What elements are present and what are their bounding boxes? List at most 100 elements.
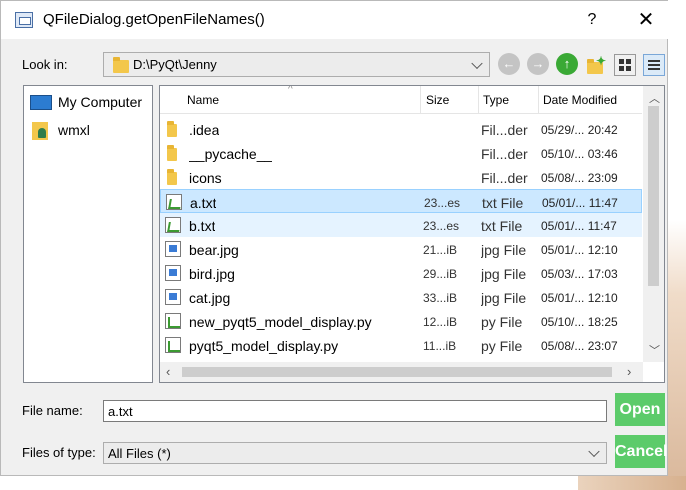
forward-arrow-icon[interactable]: → <box>527 53 549 75</box>
file-type-combo[interactable]: All Files (*) <box>103 442 607 464</box>
file-type-cell: jpg File <box>481 266 527 282</box>
window-title: QFileDialog.getOpenFileNames() <box>43 11 265 28</box>
look-in-label: Look in: <box>22 57 68 72</box>
file-type-cell: py File <box>481 338 523 354</box>
file-type-label: Files of type: <box>22 445 96 460</box>
folder-icon <box>167 121 177 137</box>
image-file-icon <box>165 289 181 305</box>
hscroll-thumb[interactable] <box>182 367 612 377</box>
new-folder-icon[interactable]: ✦ <box>585 54 607 76</box>
column-size[interactable]: Size <box>426 93 449 107</box>
py-file-icon <box>165 337 181 353</box>
help-button[interactable]: ? <box>577 7 607 33</box>
file-name-cell: .idea <box>189 122 220 138</box>
image-file-icon <box>165 241 181 257</box>
title-bar: QFileDialog.getOpenFileNames() ? ✕ <box>1 1 669 39</box>
image-file-icon <box>165 265 181 281</box>
file-row[interactable]: .idea Fil...der 05/29/... 20:42 <box>160 117 642 141</box>
file-rows: .idea Fil...der 05/29/... 20:42 __pycache__… <box>160 117 642 357</box>
look-in-path: D:\PyQt\Jenny <box>133 57 217 72</box>
app-icon <box>15 12 33 28</box>
sidebar-item-label: wmxl <box>58 122 90 138</box>
list-view-icon[interactable] <box>614 54 636 76</box>
scroll-left-icon[interactable]: ‹ <box>166 364 170 379</box>
column-name[interactable]: Name <box>187 93 219 107</box>
file-row[interactable]: bear.jpg 21...iB jpg File 05/01/... 12:10 <box>160 237 642 261</box>
chevron-down-icon <box>471 57 483 69</box>
file-size-cell: 33...iB <box>423 291 458 305</box>
sidebar-item-label: My Computer <box>58 94 143 110</box>
file-row[interactable]: icons Fil...der 05/08/... 23:09 <box>160 165 642 189</box>
look-in-combo[interactable]: D:\PyQt\Jenny <box>103 52 490 77</box>
file-type-cell: py File <box>481 314 523 330</box>
horizontal-scrollbar[interactable]: ‹ › <box>160 362 643 382</box>
up-arrow-icon[interactable]: ↑ <box>556 53 578 75</box>
cancel-button[interactable]: Cancel <box>615 435 667 468</box>
file-row[interactable]: pyqt5_model_display.py 11...iB py File 05/0… <box>160 333 642 357</box>
file-type-cell: Fil...der <box>481 146 528 162</box>
file-name-cell: pyqt5_model_display.py <box>189 338 339 354</box>
computer-icon <box>30 95 52 110</box>
file-name-cell: new_pyqt5_model_display.py <box>189 314 372 330</box>
folder-icon <box>167 169 177 185</box>
file-size-cell: 23...es <box>423 219 460 233</box>
folder-icon <box>113 57 129 73</box>
file-date-cell: 05/10/... 03:46 <box>541 147 618 161</box>
column-type[interactable]: Type <box>483 93 509 107</box>
scroll-up-icon[interactable]: ︿ <box>649 90 660 106</box>
file-name-cell: icons <box>189 170 222 186</box>
file-list-header: Name ^ Size Type Date Modified <box>160 86 642 114</box>
file-date-cell: 05/01/... 11:47 <box>542 196 618 210</box>
file-name-cell: bird.jpg <box>189 266 235 282</box>
file-date-cell: 05/29/... 20:42 <box>541 123 618 137</box>
file-date-cell: 05/01/... 11:47 <box>541 219 617 233</box>
file-size-cell: 12...iB <box>423 315 458 329</box>
file-date-cell: 05/03/... 17:03 <box>541 267 618 281</box>
sort-up-icon: ^ <box>288 85 293 95</box>
close-button[interactable]: ✕ <box>631 7 661 33</box>
file-row[interactable]: __pycache__ Fil...der 05/10/... 03:46 <box>160 141 642 165</box>
txt-file-icon <box>165 217 181 233</box>
folder-icon <box>167 145 177 161</box>
txt-file-icon <box>166 194 182 210</box>
scroll-down-icon[interactable]: ﹀ <box>649 342 660 358</box>
file-row[interactable]: new_pyqt5_model_display.py 12...iB py File… <box>160 309 642 333</box>
file-dialog-window: QFileDialog.getOpenFileNames() ? ✕ Look … <box>0 0 669 476</box>
background-photo <box>666 0 686 490</box>
file-date-cell: 05/01/... 12:10 <box>541 243 618 257</box>
file-date-cell: 05/08/... 23:09 <box>541 171 618 185</box>
file-name-input[interactable]: a.txt <box>103 400 607 422</box>
sidebar-panel: My Computer wmxl <box>23 85 153 383</box>
file-type-value: All Files (*) <box>108 446 171 461</box>
scroll-thumb[interactable] <box>648 106 659 286</box>
file-list-panel: Name ^ Size Type Date Modified .idea Fil.… <box>159 85 665 383</box>
file-name-value: a.txt <box>108 404 133 419</box>
detail-view-icon[interactable] <box>643 54 665 76</box>
file-row[interactable]: cat.jpg 33...iB jpg File 05/01/... 12:10 <box>160 285 642 309</box>
background-photo-bottom <box>578 476 686 490</box>
file-size-cell: 23...es <box>424 196 461 210</box>
file-name-cell: cat.jpg <box>189 290 231 306</box>
file-date-cell: 05/10/... 18:25 <box>541 315 618 329</box>
file-size-cell: 11...iB <box>423 339 457 353</box>
file-name-cell: bear.jpg <box>189 242 239 258</box>
file-name-cell: __pycache__ <box>189 146 273 162</box>
vertical-scrollbar[interactable]: ︿ ﹀ <box>643 86 664 362</box>
file-row[interactable]: bird.jpg 29...iB jpg File 05/03/... 17:03 <box>160 261 642 285</box>
file-row[interactable]: a.txt 23...es txt File 05/01/... 11:47 <box>160 189 642 213</box>
file-type-cell: jpg File <box>481 290 527 306</box>
scroll-right-icon[interactable]: › <box>627 364 631 379</box>
file-size-cell: 21...iB <box>423 243 458 257</box>
file-type-cell: jpg File <box>481 242 527 258</box>
file-type-cell: txt File <box>482 195 524 211</box>
open-button[interactable]: Open <box>615 393 665 426</box>
file-row[interactable]: b.txt 23...es txt File 05/01/... 11:47 <box>160 213 642 237</box>
file-date-cell: 05/01/... 12:10 <box>541 291 618 305</box>
file-name-cell: a.txt <box>190 195 217 211</box>
file-size-cell: 29...iB <box>423 267 458 281</box>
back-arrow-icon[interactable]: ← <box>498 53 520 75</box>
column-date-modified[interactable]: Date Modified <box>543 93 617 107</box>
py-file-icon <box>165 313 181 329</box>
file-name-cell: b.txt <box>189 218 216 234</box>
file-date-cell: 05/08/... 23:07 <box>541 339 618 353</box>
